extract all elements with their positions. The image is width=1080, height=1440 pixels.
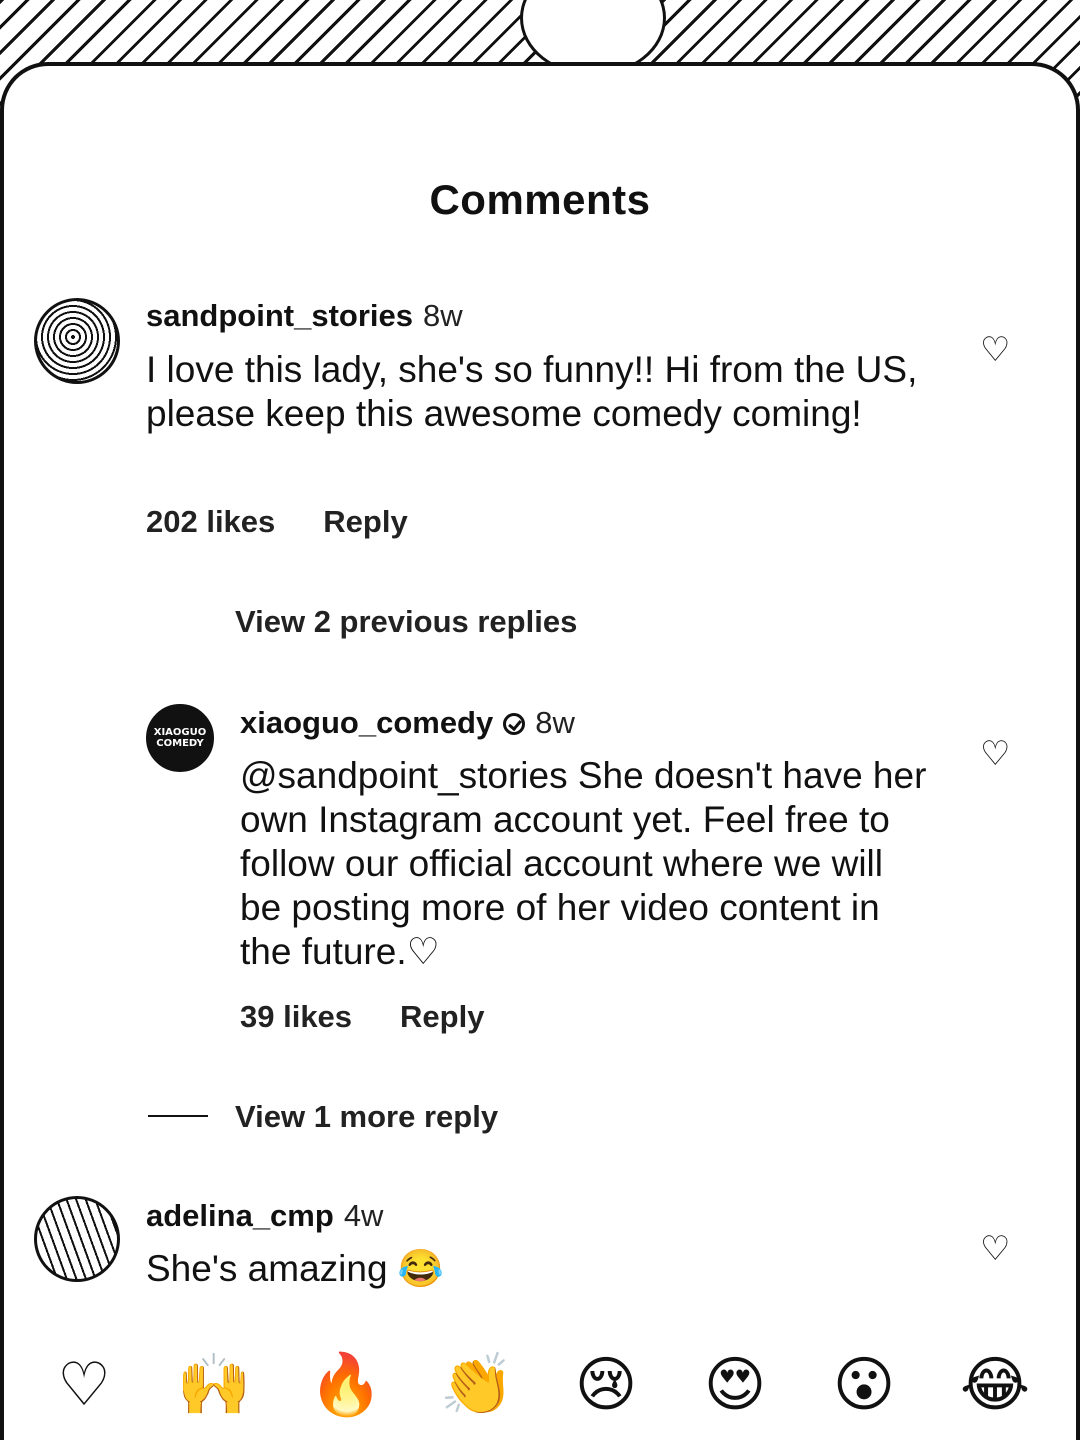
- raised-hands-emoji-button[interactable]: 🙌: [174, 1345, 254, 1425]
- timestamp: 4w: [343, 1198, 384, 1233]
- view-replies-button[interactable]: View 2 previous replies: [235, 604, 577, 640]
- avatar-logo-text: XIAOGUO COMEDY: [153, 727, 207, 749]
- avatar[interactable]: [34, 298, 120, 384]
- heart-eyes-emoji-button[interactable]: 😍: [695, 1345, 775, 1425]
- comment-text: She's amazing 😂: [146, 1248, 444, 1289]
- surprised-face-emoji-button[interactable]: 😮: [824, 1345, 904, 1425]
- fire-emoji-button[interactable]: 🔥: [306, 1345, 386, 1425]
- view-replies-button[interactable]: View 1 more reply: [235, 1099, 498, 1135]
- comment-text: @sandpoint_stories She doesn't have her …: [240, 755, 927, 972]
- avatar[interactable]: XIAOGUO COMEDY: [146, 704, 214, 772]
- crying-face-emoji-button[interactable]: 😢: [566, 1345, 646, 1425]
- verified-badge-icon: [503, 713, 526, 735]
- likes-count[interactable]: 202 likes: [146, 504, 275, 539]
- comment-actions: 202 likes Reply: [146, 504, 408, 540]
- username[interactable]: adelina_cmp: [146, 1198, 334, 1233]
- comment-actions: 39 likes Reply: [240, 999, 484, 1035]
- heart-outline-icon[interactable]: ♡: [980, 737, 1010, 771]
- avatar[interactable]: [34, 1196, 120, 1282]
- comment-text: I love this lady, she's so funny!! Hi fr…: [146, 349, 918, 434]
- heart-outline-icon[interactable]: ♡: [980, 1232, 1010, 1266]
- username[interactable]: sandpoint_stories: [146, 298, 413, 333]
- reply-button[interactable]: Reply: [400, 999, 484, 1034]
- comment-meta: sandpoint_stories 8w: [146, 298, 463, 334]
- laughing-tears-emoji-button[interactable]: 😂: [955, 1345, 1035, 1425]
- comment-meta: xiaoguo_comedy 8w: [240, 705, 575, 741]
- username[interactable]: xiaoguo_comedy: [240, 705, 493, 740]
- comment-meta: adelina_cmp 4w: [146, 1198, 383, 1234]
- clapping-hands-emoji-button[interactable]: 👏: [437, 1345, 517, 1425]
- reply-button[interactable]: Reply: [323, 504, 407, 539]
- timestamp: 8w: [535, 705, 575, 740]
- likes-count[interactable]: 39 likes: [240, 999, 352, 1034]
- heart-emoji-button[interactable]: ♡: [44, 1345, 124, 1425]
- sheet-title: Comments: [429, 176, 651, 223]
- thread-divider: [148, 1115, 208, 1117]
- timestamp: 8w: [423, 298, 463, 333]
- heart-outline-icon[interactable]: ♡: [980, 333, 1010, 367]
- emoji-quick-reactions: ♡ 🙌 🔥 👏 😢 😍 😮 😂: [0, 1345, 1080, 1430]
